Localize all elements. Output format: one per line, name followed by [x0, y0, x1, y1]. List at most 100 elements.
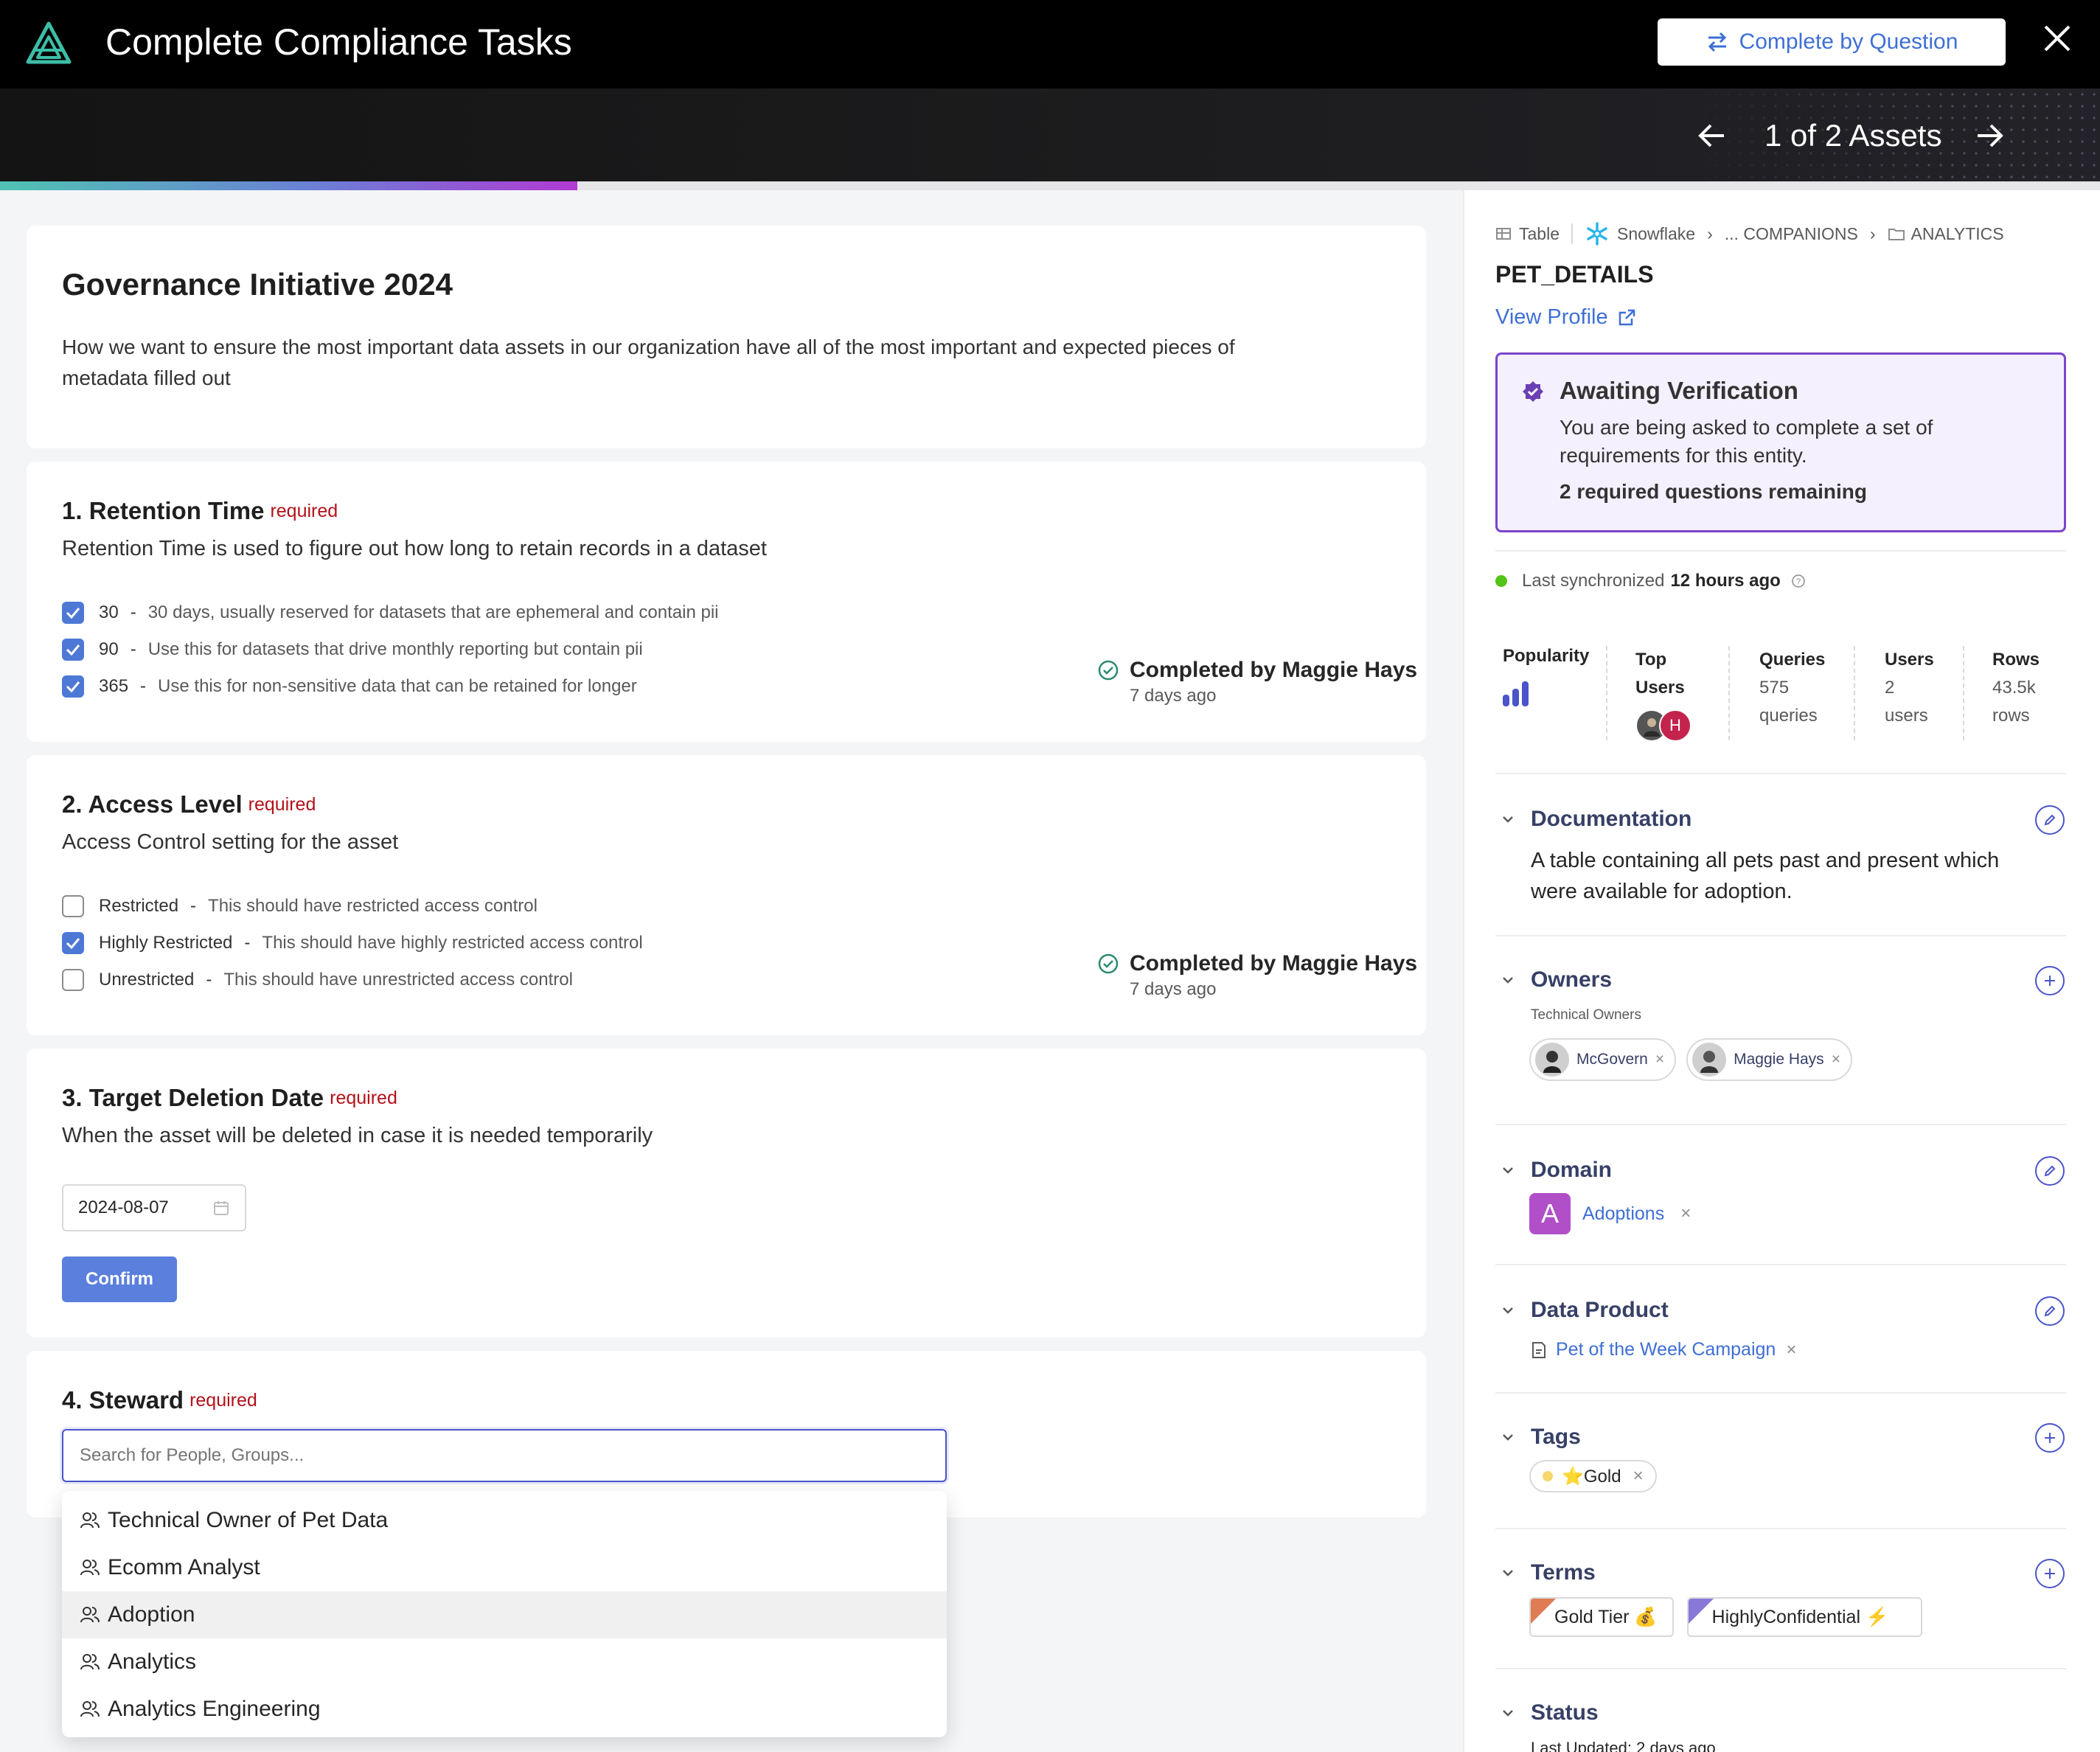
checkbox-checked[interactable]: [62, 932, 84, 954]
add-owner-icon[interactable]: [2035, 966, 2065, 995]
dropdown-option[interactable]: Analytics: [62, 1638, 947, 1686]
complete-by-question-button[interactable]: Complete by Question: [1658, 18, 2006, 66]
domain-header[interactable]: Domain: [1501, 1158, 1612, 1183]
option-unrestricted[interactable]: Unrestricted - This should have unrestri…: [62, 962, 643, 998]
dropdown-option-label: Analytics: [108, 1650, 197, 1674]
checkbox-checked[interactable]: [62, 675, 84, 698]
section-title: Status: [1531, 1700, 1599, 1725]
dropdown-option-highlighted[interactable]: Adoption: [62, 1591, 947, 1638]
help-icon[interactable]: ?: [1791, 574, 1806, 588]
checkbox-unchecked[interactable]: [62, 895, 84, 917]
remove-icon[interactable]: ×: [1655, 1051, 1664, 1068]
progress-fill: [0, 181, 578, 190]
term-pill[interactable]: Gold Tier 💰: [1529, 1597, 1674, 1637]
terms-list: Gold Tier 💰 HighlyConfidential ⚡: [1529, 1597, 1923, 1637]
option-description: Use this for datasets that drive monthly…: [147, 639, 643, 659]
verification-message-line: You are being asked to complete a set of: [1560, 416, 1933, 439]
dropdown-list: Technical Owner of Pet Data Ecomm Analys…: [62, 1491, 947, 1733]
section-title: Domain: [1531, 1158, 1613, 1182]
status-header[interactable]: Status: [1501, 1700, 1599, 1725]
term-pill[interactable]: HighlyConfidential ⚡: [1686, 1597, 1923, 1637]
question-card-target-deletion-date: 3. Target Deletion Date required When th…: [27, 1049, 1426, 1338]
data-product-link[interactable]: Pet of the Week Campaign: [1556, 1339, 1776, 1360]
add-term-icon[interactable]: [2035, 1559, 2065, 1588]
access-options: Restricted - This should have restricted…: [62, 888, 643, 998]
initiative-description-line: metadata filled out: [62, 366, 231, 389]
documentation-header[interactable]: Documentation: [1501, 807, 1692, 832]
breadcrumb-divider: [1571, 223, 1573, 244]
domain-link[interactable]: Adoptions: [1582, 1203, 1664, 1225]
stat-label: Top: [1635, 650, 1667, 670]
close-icon[interactable]: [2041, 22, 2073, 55]
avatar: [1692, 1043, 1727, 1077]
question-description: Access Control setting for the asset: [62, 830, 399, 854]
edit-domain-icon[interactable]: [2035, 1156, 2065, 1186]
chevron-down-icon: [1501, 1706, 1515, 1720]
owners-header[interactable]: Owners: [1501, 967, 1612, 993]
option-separator: -: [190, 896, 197, 916]
chevron-right-icon: ›: [1869, 223, 1876, 243]
stat-label: Rows: [1992, 650, 2040, 670]
edit-data-product-icon[interactable]: [2035, 1296, 2065, 1326]
initiative-title: Governance Initiative 2024: [62, 267, 453, 302]
breadcrumb: Table Snowflake › ... COMPANIONS › ANALY…: [1495, 221, 2004, 246]
chevron-down-icon: [1501, 1164, 1515, 1177]
entity-name: PET_DETAILS: [1495, 261, 1654, 288]
date-picker-input[interactable]: 2024-08-07: [62, 1184, 246, 1231]
completed-by-text: Completed by Maggie Hays: [1130, 951, 1418, 976]
required-badge: required: [270, 500, 338, 521]
asset-counter: 1 of 2 Assets: [1765, 118, 1942, 153]
dropdown-option[interactable]: Analytics Engineering: [62, 1686, 947, 1733]
progress-bar: [0, 181, 2100, 190]
app-logo-icon: [25, 21, 72, 68]
calendar-icon[interactable]: [212, 1199, 230, 1217]
initiative-description-line: How we want to ensure the most important…: [62, 336, 1235, 358]
date-value: 2024-08-07: [78, 1197, 169, 1217]
entity-sidebar: Table Snowflake › ... COMPANIONS › ANALY…: [1463, 190, 2100, 1752]
confirm-button[interactable]: Confirm: [62, 1256, 177, 1302]
owner-pill[interactable]: McGovern ×: [1529, 1038, 1677, 1081]
tag-pill[interactable]: ⭐Gold ×: [1529, 1460, 1657, 1492]
dropdown-option[interactable]: Ecomm Analyst: [62, 1544, 947, 1591]
tags-header[interactable]: Tags: [1501, 1425, 1581, 1450]
dropdown-option[interactable]: Technical Owner of Pet Data: [62, 1497, 947, 1544]
data-product-icon: [1531, 1341, 1547, 1359]
platform-link[interactable]: Snowflake: [1617, 224, 1695, 244]
checkbox-checked[interactable]: [62, 639, 84, 661]
option-365[interactable]: 365 - Use this for non-sensitive data th…: [62, 668, 719, 705]
add-tag-icon[interactable]: [2035, 1423, 2065, 1453]
top-users-avatars[interactable]: H: [1635, 709, 1692, 742]
option-separator: -: [140, 676, 147, 696]
option-90[interactable]: 90 - Use this for datasets that drive mo…: [62, 631, 719, 668]
previous-asset-arrow-icon[interactable]: [1697, 122, 1727, 149]
question-description: When the asset will be deleted in case i…: [62, 1124, 653, 1147]
verification-message-line: requirements for this entity.: [1560, 444, 1807, 467]
stat-divider: [1728, 646, 1730, 740]
breadcrumb-schema[interactable]: ANALYTICS: [1911, 224, 2004, 244]
view-profile-link[interactable]: View Profile: [1495, 305, 1636, 330]
terms-header[interactable]: Terms: [1501, 1560, 1596, 1585]
remove-icon[interactable]: ×: [1633, 1466, 1644, 1487]
checkbox-checked[interactable]: [62, 602, 84, 624]
term-color-corner: [1531, 1599, 1556, 1624]
steward-search-input[interactable]: [62, 1429, 947, 1482]
option-value: Restricted: [99, 896, 179, 916]
remove-icon[interactable]: ×: [1786, 1340, 1796, 1360]
option-30[interactable]: 30 - 30 days, usually reserved for datas…: [62, 594, 719, 631]
group-icon: [80, 1605, 100, 1625]
chevron-right-icon: ›: [1707, 223, 1713, 243]
breadcrumb-container[interactable]: ... COMPANIONS: [1725, 224, 1858, 244]
option-restricted[interactable]: Restricted - This should have restricted…: [62, 888, 643, 925]
owners-list: McGovern × Maggie Hays ×: [1529, 1038, 1852, 1081]
question-title: 3. Target Deletion Date required: [62, 1084, 397, 1112]
edit-documentation-icon[interactable]: [2035, 805, 2065, 835]
next-asset-arrow-icon[interactable]: [1975, 122, 2004, 149]
option-highly-restricted[interactable]: Highly Restricted - This should have hig…: [62, 925, 643, 962]
owner-pill[interactable]: Maggie Hays ×: [1686, 1038, 1852, 1081]
group-icon: [80, 1557, 100, 1578]
checkbox-unchecked[interactable]: [62, 969, 84, 991]
retention-options: 30 - 30 days, usually reserved for datas…: [62, 594, 719, 705]
data-product-header[interactable]: Data Product: [1501, 1298, 1669, 1323]
remove-icon[interactable]: ×: [1832, 1051, 1840, 1068]
remove-icon[interactable]: ×: [1680, 1203, 1691, 1224]
